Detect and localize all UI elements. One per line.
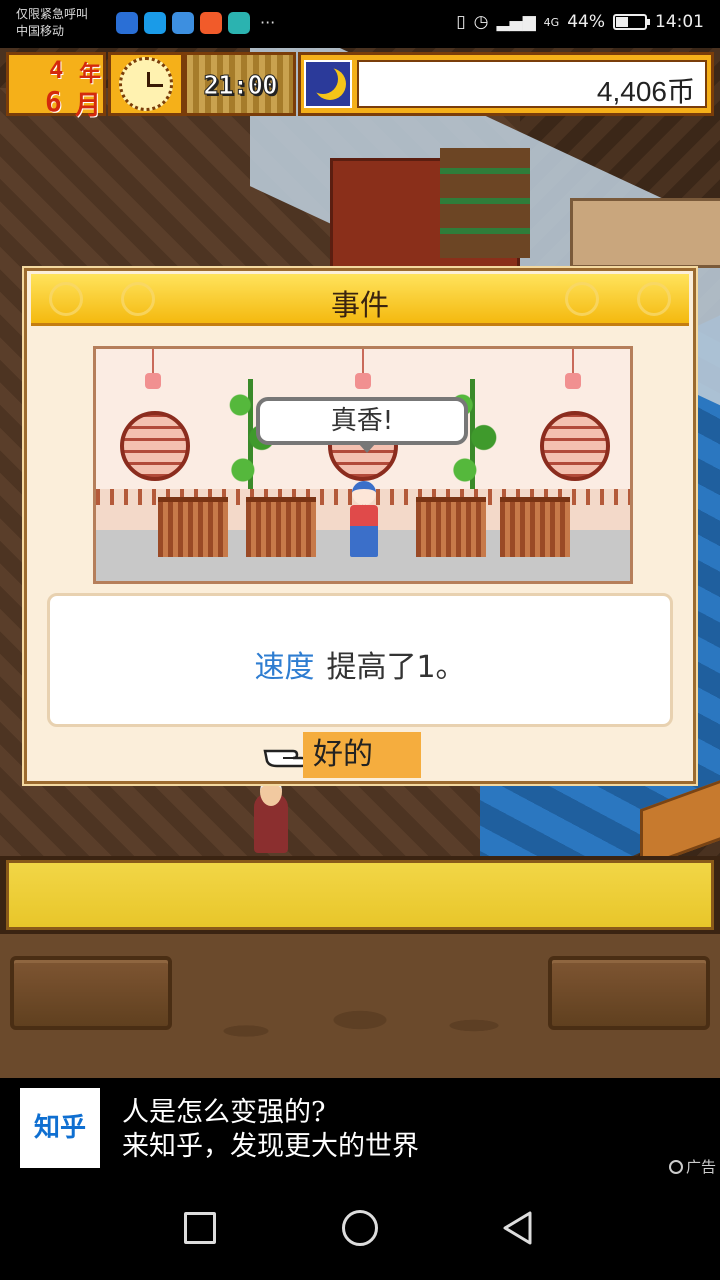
status-right: ▯ ◷ ▂▄▆ 4G 44% 14:01 <box>456 12 704 32</box>
ad-label: 广告 <box>685 1158 716 1176</box>
notification-icons: ··· <box>116 12 275 34</box>
scene-chef-sprite <box>254 777 288 853</box>
money-amount: 4,406币 <box>596 76 695 107</box>
network-type: 4G <box>543 15 560 29</box>
emergency-text: 仅限紧急呼叫 <box>16 7 89 21</box>
clock-panel <box>108 52 184 116</box>
ad-headline[interactable]: 人是怎么变强的? <box>122 1098 325 1128</box>
scene-shelf <box>440 148 530 258</box>
round-window-icon <box>540 411 610 481</box>
back-triangle-icon[interactable] <box>500 1210 536 1246</box>
system-nav-bar <box>0 1182 720 1280</box>
customer-body <box>350 505 378 557</box>
wooden-chair <box>158 497 228 557</box>
lantern-icon <box>354 349 372 393</box>
status-left: 仅限紧急呼叫 中国移动 <box>16 6 88 40</box>
left-menu-button[interactable] <box>10 956 172 1030</box>
scene-counter <box>570 198 720 268</box>
wooden-chair <box>500 497 570 557</box>
book-app-icon <box>228 12 250 34</box>
more-notifications-icon: ··· <box>260 13 276 32</box>
status-time: 14:01 <box>655 12 704 32</box>
home-circle-icon[interactable] <box>342 1210 378 1246</box>
vibrate-icon: ▯ <box>456 12 466 32</box>
money-panel: 4,406币 <box>298 52 714 116</box>
ok-row[interactable]: 好的 <box>263 731 463 781</box>
lantern-icon <box>564 349 582 393</box>
event-message: 速度 提高了1。 <box>50 642 670 686</box>
shield-app-icon <box>116 12 138 34</box>
moon-shape <box>308 64 346 100</box>
game-time: 21:00 <box>203 71 278 102</box>
ad-info-icon <box>668 1159 683 1174</box>
carrier-name: 中国移动 <box>16 24 65 38</box>
speech-bubble: 真香! <box>256 397 468 453</box>
dialog-title: 事件 <box>330 288 389 322</box>
lantern-icon <box>144 349 162 393</box>
right-menu-button[interactable] <box>548 956 710 1030</box>
customer-sprite <box>346 481 382 557</box>
battery-icon <box>613 14 650 30</box>
bottom-menu-panel <box>0 934 720 1078</box>
info-bar-inner <box>6 860 714 930</box>
ad-banner[interactable]: 知乎 人是怎么变强的? 来知乎，发现更大的世界 广告 <box>0 1078 720 1182</box>
info-bar <box>0 856 720 934</box>
signal-icon: ▂▄▆ <box>496 12 536 32</box>
event-illustration: 真香! <box>93 346 633 584</box>
stat-change-text: 提高了1。 <box>326 650 466 685</box>
top-hud: 4 年 6 月 21:00 4,406币 <box>0 48 720 121</box>
status-bar: 仅限紧急呼叫 中国移动 ··· ▯ ◷ ▂▄▆ 4G 44% 14:01 <box>0 0 720 48</box>
wooden-chair <box>416 497 486 557</box>
date-panel: 4 年 6 月 <box>6 52 106 121</box>
wooden-chair <box>246 497 316 557</box>
kitchen-decoration <box>170 954 550 1064</box>
stat-name: 速度 <box>254 650 315 685</box>
event-message-box: 速度 提高了1。 <box>47 593 673 727</box>
ad-subline[interactable]: 来知乎，发现更大的世界 <box>122 1132 419 1162</box>
battery-percent: 44% <box>567 12 605 32</box>
zhihu-logo[interactable]: 知乎 <box>20 1088 100 1168</box>
month-number: 6 <box>45 85 62 118</box>
round-window-icon <box>120 411 190 481</box>
year-number: 4 <box>49 56 64 84</box>
time-panel: 21:00 <box>184 52 296 116</box>
customer-head <box>352 481 376 505</box>
headset-app-icon <box>144 12 166 34</box>
video-app-icon <box>200 12 222 34</box>
cloud-app-icon <box>172 12 194 34</box>
money-field: 4,406币 <box>357 60 707 108</box>
dialog-header: 事件 <box>31 274 689 326</box>
recents-square-icon[interactable] <box>184 1212 216 1244</box>
year-unit: 年 <box>79 62 102 87</box>
alarm-icon: ◷ <box>473 12 489 32</box>
ok-button[interactable]: 好的 <box>303 732 421 778</box>
clock-icon <box>119 57 173 111</box>
ad-tag: 广告 <box>668 1156 716 1177</box>
clock-minute-hand <box>147 84 163 87</box>
moon-icon <box>304 60 352 108</box>
event-dialog: 事件 真香! 速度 提高了1。 好的 <box>24 268 696 784</box>
month-unit: 月 <box>75 91 102 121</box>
